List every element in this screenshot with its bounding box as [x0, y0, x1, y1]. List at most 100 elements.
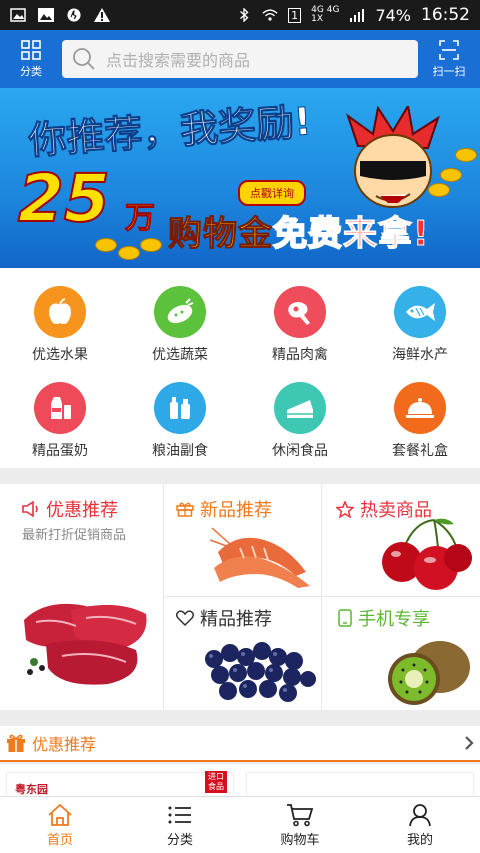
sim-slot-badge: 1	[288, 7, 302, 23]
tab-home[interactable]: 首页	[0, 797, 120, 853]
category-label: 海鲜水产	[392, 347, 448, 363]
category-grain-oil[interactable]: 粮油副食	[120, 368, 240, 464]
milk-icon	[34, 382, 86, 434]
promo-quality-title-row: 精品推荐	[176, 605, 272, 631]
status-left	[10, 8, 110, 22]
category-meat[interactable]: 精品肉禽	[240, 272, 360, 368]
category-seafood[interactable]: 海鲜水产	[360, 272, 480, 368]
promo-discount-card[interactable]: 优惠推荐 最新打折促销商品	[0, 484, 163, 710]
search-icon	[73, 48, 95, 70]
grid-icon	[21, 39, 41, 60]
signal-icon	[350, 9, 365, 22]
section-title: 优惠推荐	[32, 735, 97, 754]
banner-amount-unit: 万	[125, 201, 156, 237]
scan-icon	[439, 39, 459, 60]
coin-decoration	[140, 238, 162, 252]
app-screen: 1 4G 4G 1X 74% 16:52 分类 点击搜索需要的商品 扫一扫 你推…	[0, 0, 480, 853]
search-input[interactable]: 点击搜索需要的商品	[62, 40, 418, 78]
promo-mobile-title-row: 手机专享	[338, 605, 430, 631]
tab-profile[interactable]: 我的	[360, 797, 480, 853]
category-fruit[interactable]: 优选水果	[0, 272, 120, 368]
category-button[interactable]: 分类	[0, 30, 62, 88]
cart-icon	[287, 803, 314, 826]
cake-icon	[274, 382, 326, 434]
status-right: 1 4G 4G 1X 74% 16:52	[236, 5, 470, 25]
battery-level: 74%	[375, 5, 411, 25]
category-label: 优选蔬菜	[152, 347, 208, 363]
image-notification-icon	[10, 8, 26, 22]
banner-tagline-post: 来拿!	[343, 214, 430, 255]
oil-icon	[154, 382, 206, 434]
category-dairy[interactable]: 精品蛋奶	[0, 368, 120, 464]
star-icon	[336, 500, 354, 518]
banner-amount: 25	[17, 159, 111, 238]
banner-headline: 你推荐，我奖励!	[27, 99, 314, 164]
search-placeholder: 点击搜索需要的商品	[106, 51, 251, 70]
cherry-image	[382, 518, 472, 590]
category-label: 精品肉禽	[272, 347, 328, 363]
banner-detail-button[interactable]: 点戳详询	[238, 180, 306, 206]
wifi-icon	[262, 9, 278, 21]
category-snacks[interactable]: 休闲食品	[240, 368, 360, 464]
category-label: 套餐礼盒	[392, 443, 448, 459]
network-type: 4G 4G 1X	[311, 6, 339, 24]
chevron-right-icon[interactable]	[464, 735, 474, 751]
coin-decoration	[118, 246, 140, 260]
promo-new-title: 新品推荐	[200, 500, 272, 521]
gift-icon	[7, 734, 25, 752]
warning-notification-icon	[94, 8, 110, 22]
promo-new-title-row: 新品推荐	[176, 496, 272, 522]
banner-tagline-pre: 购物金	[168, 214, 273, 255]
banner-tagline-free: 免费	[272, 213, 343, 255]
promo-quality-card[interactable]: 精品推荐	[164, 597, 321, 710]
shrimp-image	[210, 527, 310, 588]
vegetable-icon	[154, 286, 206, 338]
promo-new-card[interactable]: 新品推荐	[164, 484, 321, 596]
top-header: 分类 点击搜索需要的商品 扫一扫	[0, 30, 480, 88]
fish-icon	[394, 286, 446, 338]
status-bar: 1 4G 4G 1X 74% 16:52	[0, 0, 480, 30]
category-vegetable[interactable]: 优选蔬菜	[120, 272, 240, 368]
category-grid: 优选水果 优选蔬菜 精品肉禽 海鲜水产 精品蛋奶 粮油副食 休闲食品 套餐礼盒	[0, 268, 480, 468]
promo-banner[interactable]: 你推荐，我奖励! 25 万 购物金免费来拿! 点戳详询	[0, 88, 480, 268]
category-label: 精品蛋奶	[32, 443, 88, 459]
coin-decoration	[95, 238, 117, 252]
megaphone-icon	[22, 501, 38, 517]
bottom-tab-bar: 首页 分类 购物车 我的	[0, 796, 480, 853]
clock: 16:52	[421, 5, 470, 25]
promo-grid: 优惠推荐 最新打折促销商品 新品推荐 热卖商品 精品推荐 手机专享	[0, 484, 480, 710]
promo-hot-card[interactable]: 热卖商品	[322, 484, 480, 596]
promo-discount-title: 优惠推荐	[46, 500, 118, 521]
product-cards: 粤东园 进口食品	[0, 764, 480, 802]
category-label: 优选水果	[32, 347, 88, 363]
sim-label: 1X	[311, 14, 324, 24]
heart-icon	[176, 610, 194, 626]
coin-decoration	[455, 148, 477, 162]
promo-quality-title: 精品推荐	[200, 609, 272, 630]
user-icon	[409, 803, 431, 826]
section-header[interactable]: 优惠推荐	[0, 726, 480, 762]
promo-mobile-title: 手机专享	[358, 609, 430, 630]
scan-button[interactable]: 扫一扫	[418, 30, 480, 88]
scan-button-label: 扫一扫	[432, 64, 466, 78]
product-badge: 进口食品	[205, 771, 227, 793]
tab-category[interactable]: 分类	[120, 797, 240, 853]
activity-notification-icon	[67, 8, 81, 22]
promo-discount-subtitle: 最新打折促销商品	[22, 528, 127, 543]
apple-icon	[34, 286, 86, 338]
gallery-notification-icon	[38, 8, 54, 22]
category-label: 休闲食品	[272, 443, 328, 459]
category-label: 粮油副食	[152, 443, 208, 459]
tab-cart[interactable]: 购物车	[240, 797, 360, 853]
category-gift-set[interactable]: 套餐礼盒	[360, 368, 480, 464]
dish-icon	[394, 382, 446, 434]
grapes-image	[205, 642, 316, 702]
gift-icon	[176, 502, 194, 517]
tab-label: 我的	[406, 832, 433, 848]
phone-icon	[338, 609, 352, 627]
beef-image	[24, 603, 147, 685]
product-brand: 粤东园	[15, 783, 48, 796]
tab-label: 购物车	[280, 832, 320, 848]
promo-mobile-card[interactable]: 手机专享	[322, 597, 480, 710]
mascot-icon	[346, 106, 440, 208]
